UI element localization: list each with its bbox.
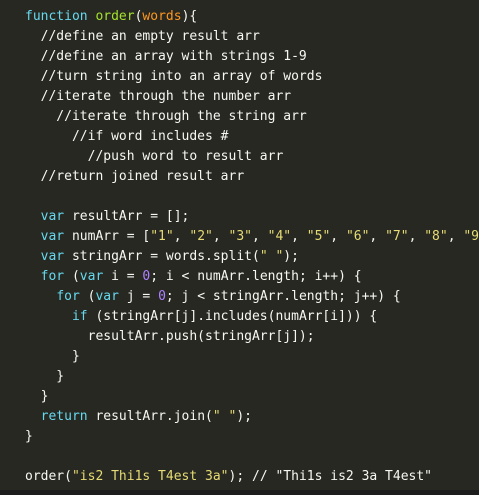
code-line: resultArr.push(stringArr[j]); [25, 327, 479, 347]
code-token: "1" [150, 229, 174, 244]
code-token: //iterate through the number arr [25, 89, 292, 104]
code-token: order [95, 9, 135, 24]
code-token: var [79, 269, 104, 284]
code-line: //iterate through the number arr [25, 87, 479, 107]
code-token: "is2 Thi1s T4est 3a" [71, 469, 229, 484]
code-token: "4" [267, 229, 292, 244]
code-token: "9" [463, 229, 479, 244]
code-token: order( [25, 469, 72, 484]
code-token: 0 [158, 289, 166, 304]
code-token: ; j < stringArr.length; j++) { [165, 289, 401, 304]
code-line: //iterate through the string arr [25, 107, 479, 127]
code-token: ( [79, 289, 96, 304]
code-token: } [25, 369, 65, 384]
code-line: } [25, 387, 479, 407]
code-token: (stringArr[j].includes(numArr[i])) { [87, 309, 378, 324]
code-line: var numArr = ["1", "2", "3", "4", "5", "… [25, 227, 479, 247]
code-token: if [71, 309, 88, 324]
code-token: //push word to result arr [25, 149, 284, 164]
code-token: " " [212, 409, 237, 424]
code-line: for (var i = 0; i < numArr.length; i++) … [25, 267, 479, 287]
code-line: //define an array with strings 1-9 [25, 47, 479, 67]
code-line: } [25, 427, 479, 447]
code-token: "5" [306, 229, 331, 244]
code-line: //return joined result arr [25, 167, 479, 187]
code-token: ); [283, 249, 299, 264]
code-token: } [25, 389, 49, 404]
code-token: i = [103, 269, 143, 284]
code-token: //if word includes # [25, 129, 229, 144]
code-editor[interactable]: function order(words){ //define an empty… [0, 0, 479, 495]
code-token: , [212, 229, 229, 244]
code-line: //if word includes # [25, 127, 479, 147]
code-token: , [252, 229, 268, 244]
code-line: } [25, 347, 479, 367]
code-line: var resultArr = []; [25, 207, 479, 227]
code-line: return resultArr.join(" "); [25, 407, 479, 427]
code-token: } [25, 349, 80, 364]
code-token: //define an empty result arr [25, 29, 260, 44]
code-token: , [291, 229, 307, 244]
code-token: , [408, 229, 425, 244]
code-token: for [56, 289, 80, 304]
code-token: "3" [228, 229, 252, 244]
code-token: } [25, 429, 33, 444]
code-token: , [369, 229, 386, 244]
code-token: //define an array with strings 1-9 [25, 49, 307, 64]
code-token: " " [259, 249, 284, 264]
code-token: words [142, 9, 182, 24]
code-line: for (var j = 0; j < stringArr.length; j+… [25, 287, 479, 307]
code-line: if (stringArr[j].includes(numArr[i])) { [25, 307, 479, 327]
code-line: //define an empty result arr [25, 27, 479, 47]
code-token: "6" [345, 229, 370, 244]
code-token: , [447, 229, 464, 244]
code-token: ){ [181, 9, 198, 24]
code-token: //turn string into an array of words [25, 69, 323, 84]
code-token: for [40, 269, 65, 284]
code-token: //iterate through the string arr [25, 109, 307, 124]
code-token: var [95, 289, 119, 304]
code-token: resultArr.push(stringArr[j]); [25, 329, 315, 344]
code-line: //push word to result arr [25, 147, 479, 167]
code-token: ); [236, 409, 252, 424]
code-line: //turn string into an array of words [25, 67, 479, 87]
code-line: } [25, 367, 479, 387]
code-token: var [40, 209, 65, 224]
code-token: resultArr = []; [64, 209, 190, 224]
code-line: var stringArr = words.split(" "); [25, 247, 479, 267]
code-token: "2" [189, 229, 213, 244]
code-token: resultArr.join( [87, 409, 213, 424]
code-token: var [40, 229, 65, 244]
code-token: //return joined result arr [25, 169, 245, 184]
code-token: , [330, 229, 346, 244]
code-token: function [25, 9, 96, 24]
code-token: , [173, 229, 190, 244]
code-line: function order(words){ [25, 7, 479, 27]
code-token: j = [118, 289, 159, 304]
code-token: stringArr = words.split( [64, 249, 260, 264]
code-token: ); // "Thi1s is2 3a T4est" [228, 469, 433, 484]
code-token: "7" [385, 229, 409, 244]
code-token: var [40, 249, 65, 264]
code-token: ( [64, 269, 80, 284]
code-token: numArr = [ [64, 229, 151, 244]
code-token: "8" [424, 229, 448, 244]
code-token: return [40, 409, 88, 424]
code-token: ; i < numArr.length; i++) { [150, 269, 362, 284]
code-line: order("is2 Thi1s T4est 3a"); // "Thi1s i… [25, 467, 479, 487]
